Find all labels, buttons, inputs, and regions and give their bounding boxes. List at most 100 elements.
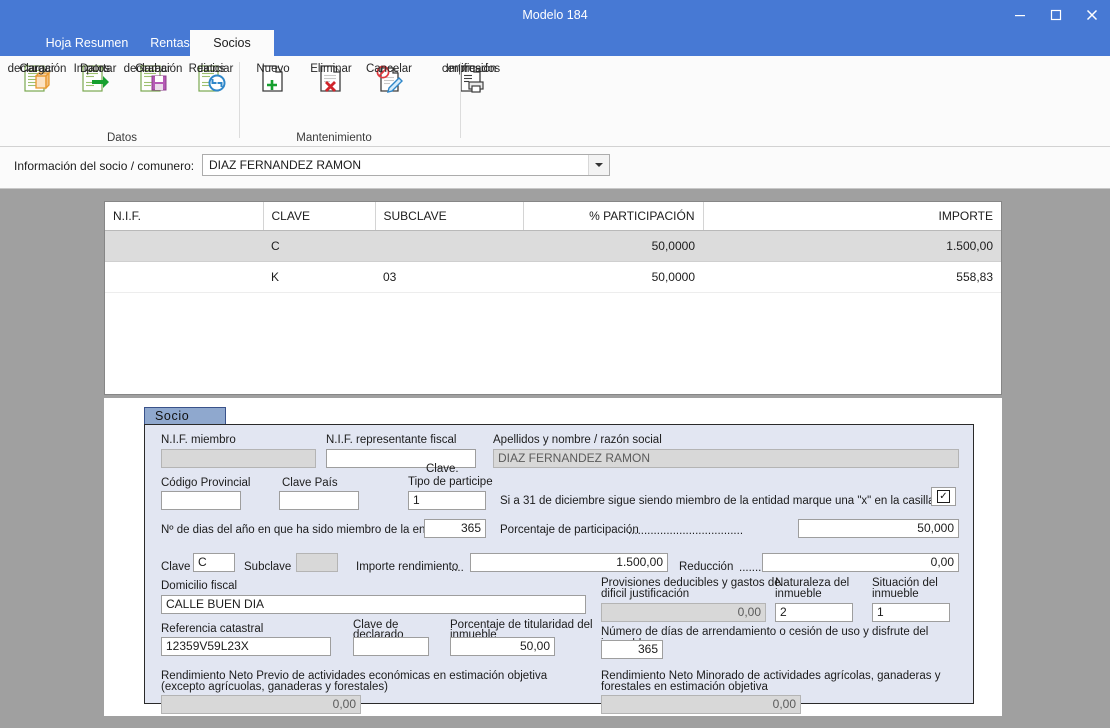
socio-selector-label: Información del socio / comunero: <box>14 159 195 173</box>
cancelar-button[interactable]: Cancelar <box>360 56 418 99</box>
rendimiento-previo-label-2: (excepto agrícuolas, ganaderas y foresta… <box>161 681 388 693</box>
grabar-declaracion-button[interactable]: Grabar declaración <box>124 56 182 99</box>
importe-rendimiento-label: Importe rendimiento <box>356 561 459 573</box>
nif-miembro-field[interactable] <box>161 449 316 468</box>
rendimiento-previo-field[interactable]: 0,00 <box>161 695 361 714</box>
casilla-diciembre-label: Si a 31 de diciembre sigue siendo miembr… <box>500 495 935 507</box>
grid-header-row: N.I.F. CLAVE SUBCLAVE % PARTICIPACIÓN IM… <box>105 202 1001 231</box>
socios-grid[interactable]: N.I.F. CLAVE SUBCLAVE % PARTICIPACIÓN IM… <box>104 201 1002 395</box>
check-icon: ✓ <box>937 490 950 503</box>
table-row[interactable]: C 50,0000 1.500,00 <box>105 230 1001 262</box>
col-header-participacion[interactable]: % PARTICIPACIÓN <box>523 202 704 231</box>
domicilio-fiscal-field[interactable]: CALLE BUEN DIA <box>161 595 586 614</box>
nuevo-label: Nuevo <box>256 63 290 75</box>
cell-importe: 1.500,00 <box>703 230 1001 262</box>
socio-detail-panel: Socio N.I.F. miembro N.I.F. representant… <box>104 398 1002 716</box>
col-header-subclave[interactable]: SUBCLAVE <box>375 202 524 231</box>
cell-importe: 558,83 <box>703 261 1001 293</box>
domicilio-fiscal-label: Domicilio fiscal <box>161 580 238 592</box>
situacion-inmueble-field[interactable]: 1 <box>872 603 950 622</box>
ribbon-toolbar: Cargar declaración Importar Datos Grabar… <box>0 56 1110 147</box>
ribbon-group-datos-label: Datos <box>106 132 138 144</box>
clave-field[interactable]: C <box>193 553 235 572</box>
nif-miembro-label: N.I.F. miembro <box>161 434 236 446</box>
nuevo-button[interactable]: Nuevo <box>244 56 302 99</box>
cell-participacion: 50,0000 <box>523 261 703 293</box>
importar-datos-button[interactable]: Importar Datos <box>66 56 124 99</box>
clave-tipo-participe-field[interactable]: 1 <box>408 491 486 510</box>
col-header-clave[interactable]: CLAVE <box>263 202 376 231</box>
referencia-catastral-field[interactable]: 12359V59L23X <box>161 637 331 656</box>
subclave-field[interactable] <box>296 553 338 572</box>
apellidos-label: Apellidos y nombre / razón social <box>493 434 662 446</box>
subclave-label: Subclave <box>244 561 292 573</box>
reduccion-label: Reducción <box>679 561 734 573</box>
window-title: Modelo 184 <box>522 8 588 22</box>
miembro-31-diciembre-checkbox[interactable]: ✓ <box>931 487 956 506</box>
cancelar-label: Cancelar <box>365 63 413 75</box>
clave-pais-label: Clave País <box>282 477 338 489</box>
col-header-importe[interactable]: IMPORTE <box>703 202 1001 231</box>
apellidos-field[interactable]: DIAZ FERNANDEZ RAMON <box>493 449 959 468</box>
dias-arrendamiento-field[interactable]: 365 <box>601 640 663 659</box>
tab-strip: Hoja Resumen Rentas Socios <box>0 30 1110 56</box>
cargar-declaracion-label-2: declaración <box>7 63 67 75</box>
provisiones-field[interactable]: 0,00 <box>601 603 766 622</box>
reduccion-dots: ....... <box>739 562 762 574</box>
dias-miembro-label: Nº de dias del año en que ha sido miembr… <box>161 524 451 536</box>
importe-rendimiento-field[interactable]: 1.500,00 <box>470 553 668 572</box>
socio-form: N.I.F. miembro N.I.F. representante fisc… <box>144 424 974 714</box>
socio-selector-value: DIAZ FERNANDEZ RAMON <box>209 158 362 172</box>
ribbon-separator-2 <box>460 62 461 138</box>
application-window: Modelo 184 Hoja Resumen Rentas Socios Ca… <box>0 0 1110 728</box>
col-header-nif[interactable]: N.I.F. <box>105 202 264 231</box>
nif-representante-label: N.I.F. representante fiscal <box>326 434 457 446</box>
cell-nif <box>105 261 263 293</box>
porcentaje-participacion-dots: .................................... <box>628 525 744 537</box>
referencia-catastral-label: Referencia catastral <box>161 623 264 635</box>
ribbon-group-mantenimiento-label: Mantenimiento <box>296 132 372 144</box>
chevron-down-icon[interactable] <box>588 155 609 175</box>
table-row[interactable]: K 03 50,0000 558,83 <box>105 261 1001 293</box>
codigo-provincial-field[interactable] <box>161 491 241 510</box>
impresion-certificados-label-2: certificados <box>441 63 501 75</box>
rendimiento-minorado-field[interactable]: 0,00 <box>601 695 801 714</box>
clave-declarado-field[interactable] <box>353 637 429 656</box>
ribbon-separator-1 <box>239 62 240 138</box>
ribbon-group-datos: Cargar declaración Importar Datos Grabar… <box>8 56 236 146</box>
cell-participacion: 50,0000 <box>523 230 703 262</box>
cell-subclave <box>375 230 523 262</box>
impresion-certificados-button[interactable]: Impresión certificados <box>442 56 500 99</box>
eliminar-button[interactable]: Eliminar <box>302 56 360 99</box>
socio-selector-combobox[interactable]: DIAZ FERNANDEZ RAMON <box>202 154 610 176</box>
reiniciar-datos-label-2: datos <box>196 63 226 75</box>
close-icon[interactable] <box>1074 0 1110 30</box>
naturaleza-label-2: inmueble <box>775 588 822 600</box>
clave-pais-field[interactable] <box>279 491 359 510</box>
ribbon-group-mantenimiento: Nuevo Eliminar Cancelar Impresión certif… <box>244 56 500 146</box>
rendimiento-minorado-label-2: forestales en estimación objetiva <box>601 681 768 693</box>
grabar-declaracion-label-2: declaración <box>123 63 183 75</box>
reiniciar-datos-button[interactable]: Reiniciar datos <box>182 56 240 99</box>
cell-nif <box>105 230 263 262</box>
title-bar: Modelo 184 <box>0 0 1110 30</box>
reduccion-field[interactable]: 0,00 <box>762 553 959 572</box>
cell-subclave: 03 <box>375 261 523 293</box>
porcentaje-participacion-field[interactable]: 50,000 <box>798 519 959 538</box>
clave-tipo-label-1: Clave. <box>426 463 459 475</box>
minimize-icon[interactable] <box>1002 0 1038 30</box>
clave-label: Clave <box>161 561 191 573</box>
clave-tipo-label-2: Tipo de participe <box>408 476 493 488</box>
porcentaje-titularidad-field[interactable]: 50,00 <box>450 637 555 656</box>
provisiones-label-2: dificil justificación <box>601 588 690 600</box>
dias-miembro-field[interactable]: 365 <box>424 519 486 538</box>
cargar-declaracion-button[interactable]: Cargar declaración <box>8 56 66 99</box>
naturaleza-inmueble-field[interactable]: 2 <box>775 603 853 622</box>
form-tab-socio[interactable]: Socio <box>144 407 226 425</box>
situacion-label-2: inmueble <box>872 588 919 600</box>
window-controls <box>1002 0 1110 30</box>
cell-clave: K <box>263 261 375 293</box>
tab-socios[interactable]: Socios <box>190 30 274 56</box>
eliminar-label: Eliminar <box>310 63 352 75</box>
maximize-icon[interactable] <box>1038 0 1074 30</box>
